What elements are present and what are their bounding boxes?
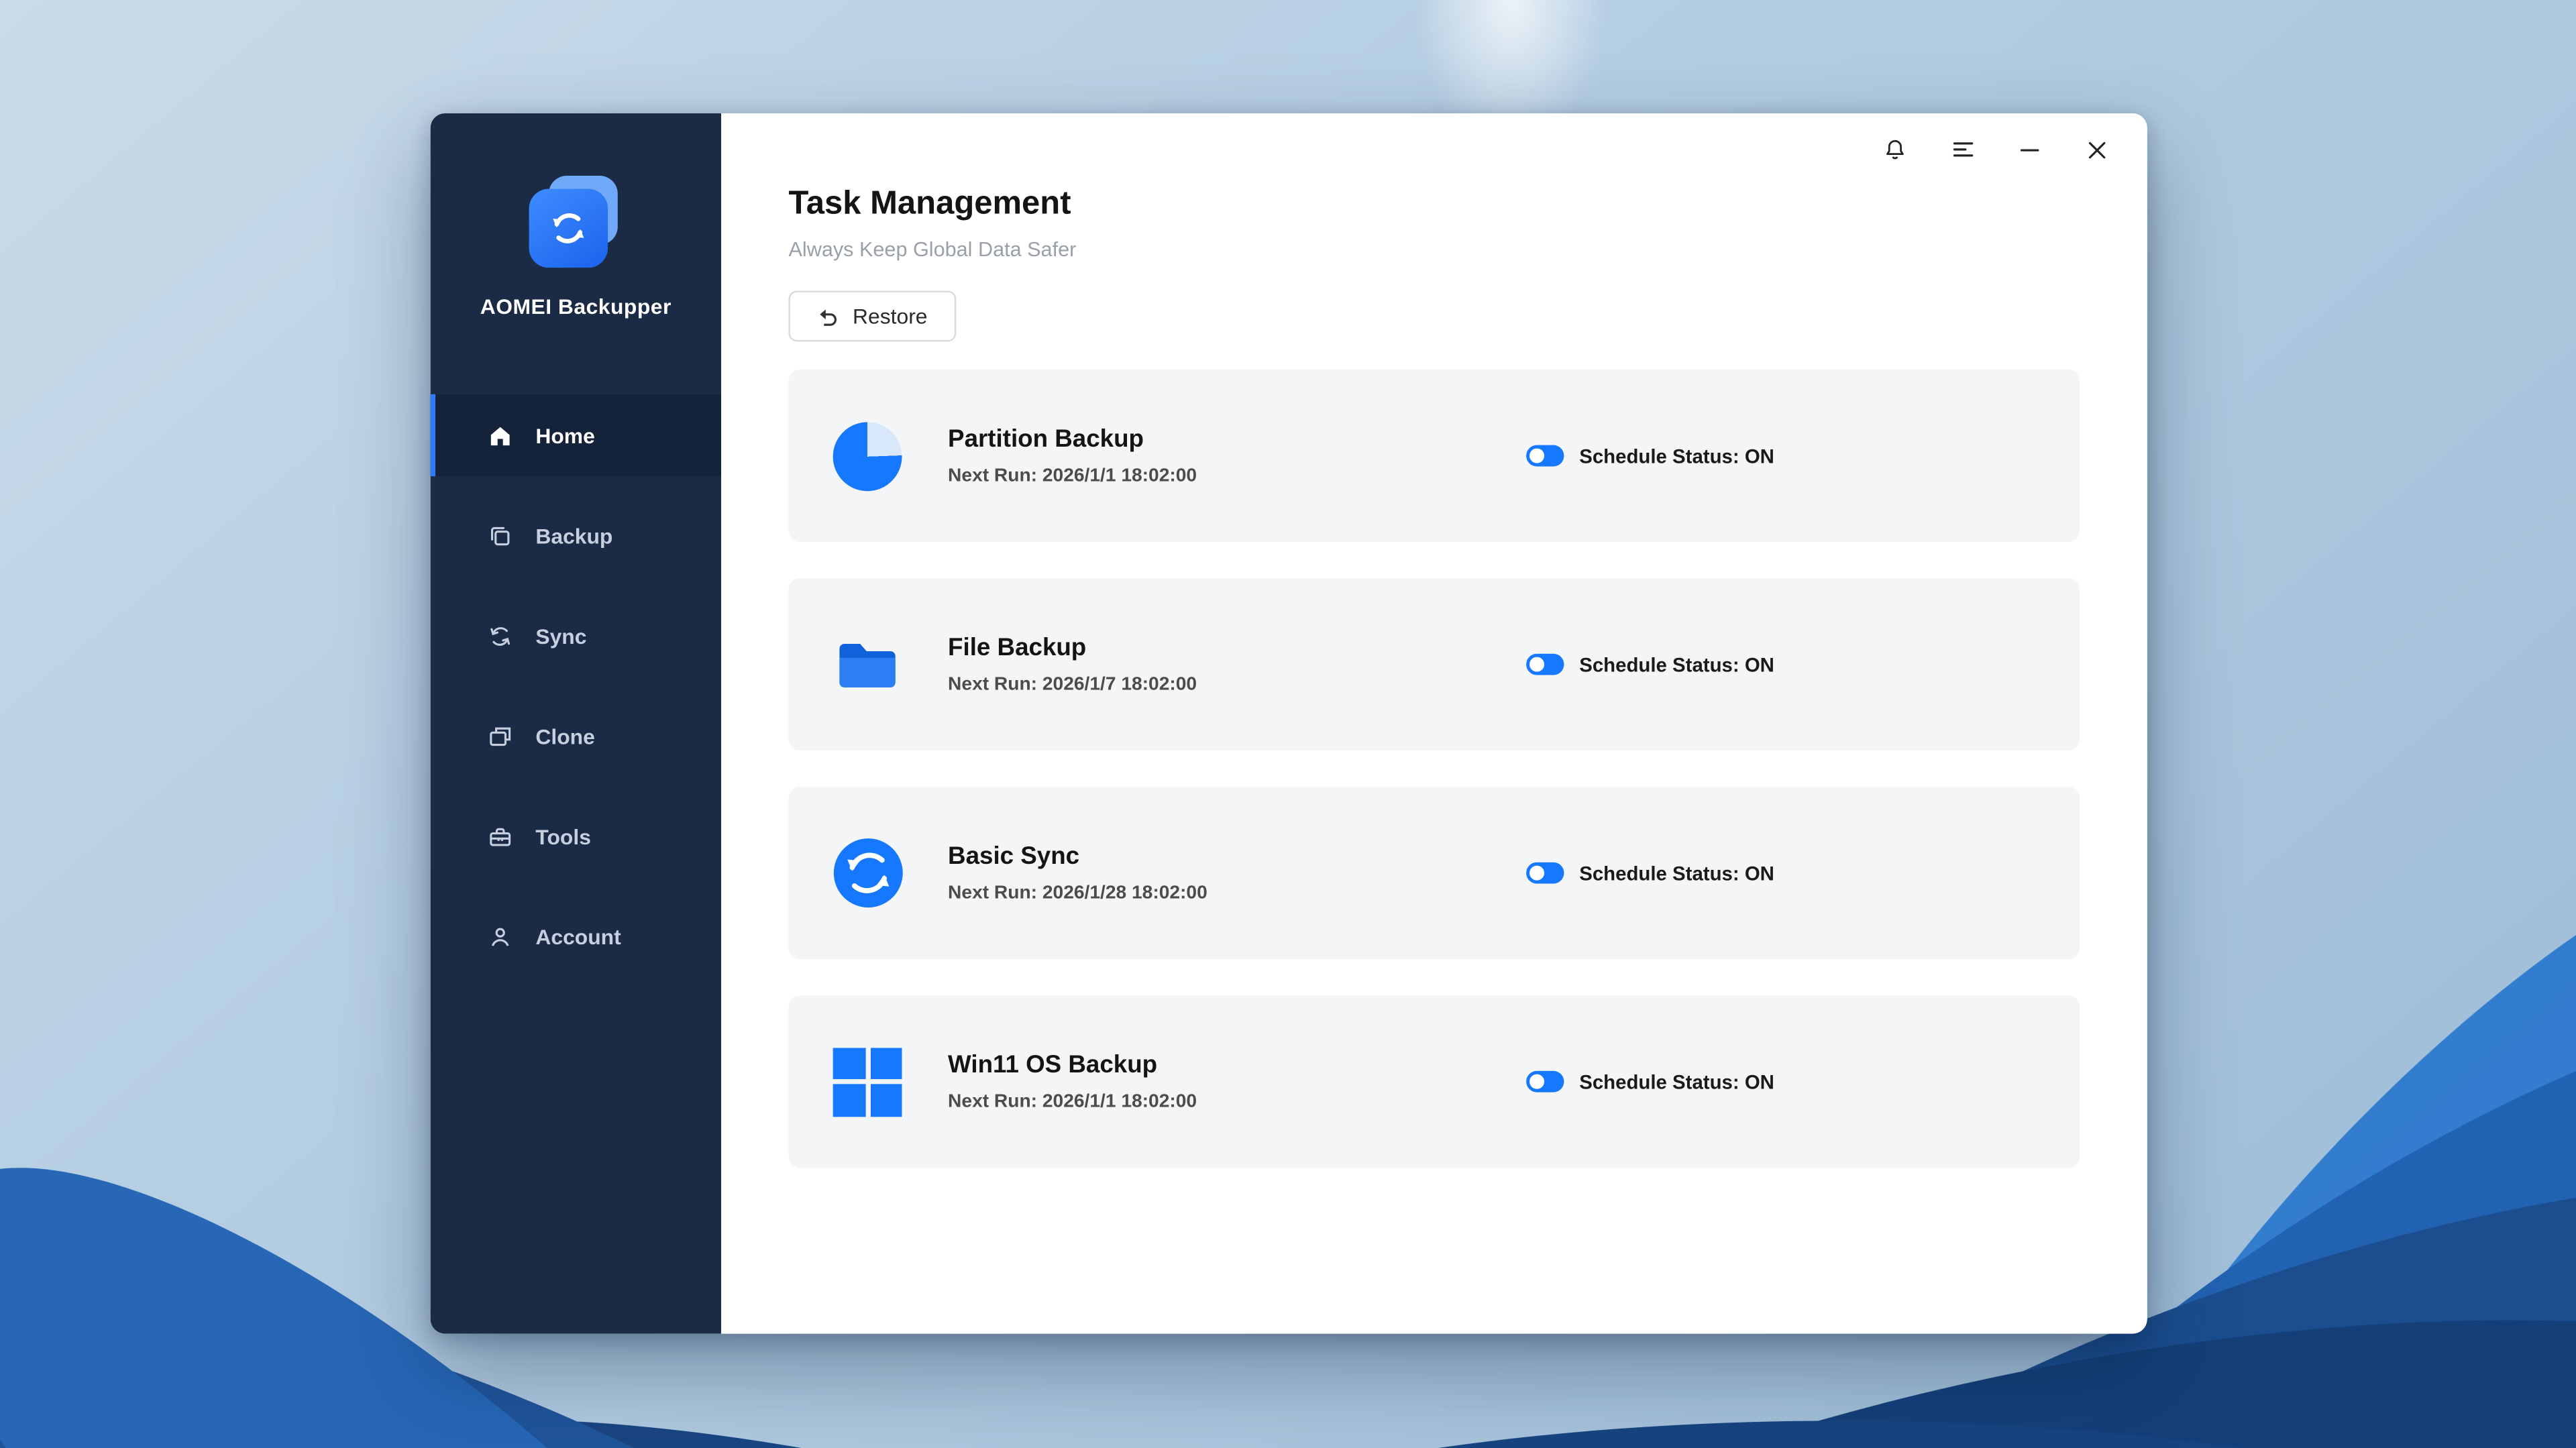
task-status: Schedule Status: ON [1527, 1070, 1774, 1093]
toggle-knob [1530, 866, 1545, 881]
window-titlebar [1862, 113, 2147, 186]
sidebar-item-account[interactable]: Account [431, 895, 721, 977]
toggle-knob [1530, 1074, 1545, 1089]
account-person-icon [484, 922, 514, 951]
task-next-run: Next Run: 2026/1/1 18:02:00 [948, 467, 1527, 486]
task-card-file-backup[interactable]: File Backup Next Run: 2026/1/7 18:02:00 … [789, 578, 2080, 750]
task-card-partition-backup[interactable]: Partition Backup Next Run: 2026/1/1 18:0… [789, 370, 2080, 542]
task-info: Win11 OS Backup Next Run: 2026/1/1 18:02… [948, 1051, 1527, 1112]
schedule-status-label: Schedule Status: ON [1579, 1070, 1774, 1093]
main-panel: Task Management Always Keep Global Data … [721, 113, 2147, 1334]
task-card-basic-sync[interactable]: Basic Sync Next Run: 2026/1/28 18:02:00 … [789, 787, 2080, 959]
schedule-toggle[interactable] [1527, 654, 1564, 675]
logo-front-square [528, 189, 607, 268]
task-card-win11-os-backup[interactable]: Win11 OS Backup Next Run: 2026/1/1 18:02… [789, 995, 2080, 1168]
task-name: Partition Backup [948, 425, 1527, 453]
sidebar-item-label: Sync [535, 623, 586, 648]
task-next-run: Next Run: 2026/1/28 18:02:00 [948, 884, 1527, 903]
menu-icon[interactable] [1929, 113, 1996, 186]
task-list: Partition Backup Next Run: 2026/1/1 18:0… [789, 370, 2080, 1204]
schedule-toggle[interactable] [1527, 445, 1564, 467]
backup-icon [484, 520, 514, 550]
windows-logo-icon [831, 1046, 904, 1118]
sidebar: AOMEI Backupper Home Backup [431, 113, 721, 1334]
toggle-knob [1530, 657, 1545, 672]
app-logo-icon [525, 176, 627, 271]
schedule-status-label: Schedule Status: ON [1579, 861, 1774, 884]
restore-undo-icon [816, 304, 839, 327]
schedule-status-label: Schedule Status: ON [1579, 444, 1774, 467]
restore-button[interactable]: Restore [789, 290, 956, 341]
task-next-run: Next Run: 2026/1/7 18:02:00 [948, 675, 1527, 695]
sidebar-item-backup[interactable]: Backup [431, 494, 721, 576]
task-next-run: Next Run: 2026/1/1 18:02:00 [948, 1093, 1527, 1112]
sync-arrows-icon [484, 621, 514, 651]
task-name: Win11 OS Backup [948, 1051, 1527, 1079]
task-status: Schedule Status: ON [1527, 861, 1774, 884]
minimize-icon[interactable] [1996, 113, 2063, 186]
task-info: Basic Sync Next Run: 2026/1/28 18:02:00 [948, 842, 1527, 903]
task-management-content: Task Management Always Keep Global Data … [721, 113, 2147, 1204]
sidebar-item-label: Home [535, 423, 594, 448]
sidebar-item-label: Clone [535, 724, 594, 748]
sidebar-item-clone[interactable]: Clone [431, 695, 721, 777]
schedule-toggle[interactable] [1527, 1071, 1564, 1093]
page-subtitle: Always Keep Global Data Safer [789, 238, 2080, 261]
sync-circle-icon [831, 837, 904, 909]
restore-button-label: Restore [853, 304, 928, 329]
task-name: File Backup [948, 634, 1527, 662]
schedule-status-label: Schedule Status: ON [1579, 653, 1774, 675]
task-info: Partition Backup Next Run: 2026/1/1 18:0… [948, 425, 1527, 486]
toolbox-icon [484, 821, 514, 850]
close-icon[interactable] [2063, 113, 2131, 186]
sidebar-item-tools[interactable]: Tools [431, 795, 721, 877]
pie-chart-icon [831, 420, 904, 492]
desktop: AOMEI Backupper Home Backup [0, 0, 2576, 1448]
sidebar-item-label: Backup [535, 523, 612, 548]
task-status: Schedule Status: ON [1527, 444, 1774, 467]
clone-icon [484, 721, 514, 750]
task-name: Basic Sync [948, 842, 1527, 871]
aomei-backupper-window: AOMEI Backupper Home Backup [431, 113, 2147, 1334]
logo-sync-arrows-icon [543, 204, 592, 253]
notification-bell-icon[interactable] [1862, 113, 1929, 186]
schedule-toggle[interactable] [1527, 862, 1564, 884]
toggle-knob [1530, 449, 1545, 463]
app-name: AOMEI Backupper [480, 294, 672, 319]
sidebar-item-label: Tools [535, 824, 591, 848]
home-icon [484, 421, 514, 450]
task-status: Schedule Status: ON [1527, 653, 1774, 675]
page-title: Task Management [789, 186, 2080, 223]
sidebar-item-label: Account [535, 924, 621, 949]
task-info: File Backup Next Run: 2026/1/7 18:02:00 [948, 634, 1527, 695]
app-logo-block: AOMEI Backupper [431, 113, 721, 319]
sidebar-nav: Home Backup Sync [431, 394, 721, 995]
sidebar-item-home[interactable]: Home [431, 394, 721, 476]
folder-icon [831, 628, 904, 701]
sidebar-item-sync[interactable]: Sync [431, 595, 721, 677]
